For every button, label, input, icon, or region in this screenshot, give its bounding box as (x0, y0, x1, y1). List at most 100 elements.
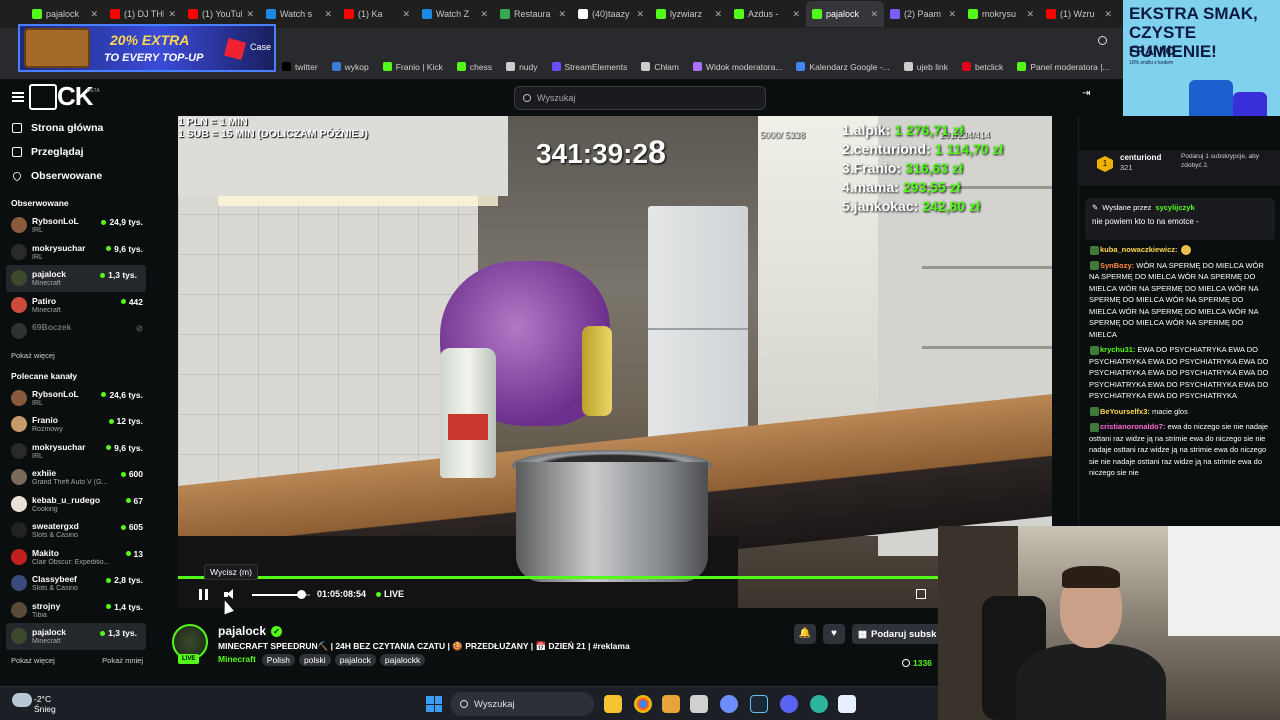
nav-item[interactable]: Przeglądaj (0, 140, 152, 164)
bookmark-item[interactable]: ujeb link (903, 62, 948, 72)
bookmark-item[interactable]: wykop (331, 62, 369, 72)
nav-item[interactable]: Obserwowane (0, 164, 152, 188)
pinned-message[interactable]: ✎ Wysłane przez sycylijczyk nie powiem k… (1085, 198, 1275, 240)
sidebar-channel[interactable]: sweatergxd Slots & Casino 605 (0, 517, 152, 544)
sidebar-channel[interactable]: pajalock Minecraft 1,3 tys. (6, 265, 146, 292)
sidebar-channel[interactable]: strojny Tibia 1,4 tys. (0, 597, 152, 624)
browser-tab[interactable]: (2) Paam ✕ (884, 1, 962, 27)
close-tab-icon[interactable]: ✕ (1026, 9, 1034, 20)
gift-sub-button[interactable]: ▦ Podaruj subsk (852, 624, 942, 644)
close-tab-icon[interactable]: ✕ (246, 9, 254, 20)
sidebar-channel[interactable]: Franio Rozmowy 12 tys. (0, 411, 152, 438)
stream-tag[interactable]: pajalockk (379, 654, 426, 666)
bookmark-item[interactable]: StreamElements (551, 62, 627, 72)
seek-bar[interactable] (178, 576, 938, 579)
sidebar-channel[interactable]: kebab_u_rudego Cooking 67 (0, 491, 152, 518)
gift-promo-text[interactable]: Podaruj 1 subskrypcje, aby zdobyć 2. (1181, 152, 1277, 170)
close-tab-icon[interactable]: ✕ (714, 9, 722, 20)
taskbar-search[interactable]: Wyszukaj (450, 692, 594, 716)
search-input[interactable]: Wyszukaj (514, 86, 766, 110)
close-tab-icon[interactable]: ✕ (324, 9, 332, 20)
volume-icon[interactable] (224, 589, 236, 600)
top-gifter-name[interactable]: centuriond (1120, 153, 1161, 162)
show-more-followed[interactable]: Pokaż więcej (0, 345, 152, 367)
kick-logo[interactable]: CK BETA (29, 81, 100, 111)
browser-tab[interactable]: (1) Ka ✕ (338, 1, 416, 27)
sidebar-channel[interactable]: RybsonLoL IRL 24,6 tys. (0, 385, 152, 412)
close-tab-icon[interactable]: ✕ (870, 9, 878, 20)
video-player[interactable]: 1 PLN = 1 MIN 1 SUB = 15 MIN (DOLICZAM P… (178, 116, 1052, 608)
app-icon[interactable] (690, 695, 708, 713)
bookmark-item[interactable]: Widok moderatora... (692, 62, 782, 72)
notepad-icon[interactable] (838, 695, 856, 713)
browser-tab[interactable]: lyzwiarz ✕ (650, 1, 728, 27)
bookmark-item[interactable]: Chłam (641, 62, 679, 72)
sidebar-channel[interactable]: Classybeef Slots & Casino 2,8 tys. (0, 570, 152, 597)
close-tab-icon[interactable]: ✕ (90, 9, 98, 20)
windows-start-icon[interactable] (426, 696, 442, 712)
chat-username[interactable]: krychu31: (1100, 345, 1135, 354)
close-tab-icon[interactable]: ✕ (558, 9, 566, 20)
chat-username[interactable]: SynBozy: (1100, 261, 1134, 270)
file-explorer-icon[interactable] (604, 695, 622, 713)
chat-username[interactable]: BeYourselfx3: (1100, 407, 1150, 416)
browser-tab[interactable]: (40)taazy ✕ (572, 1, 650, 27)
bookmark-item[interactable]: Panel moderatora |... (1017, 62, 1110, 72)
ad-banner-topup[interactable]: 20% EXTRA TO EVERY TOP-UP Case (18, 24, 276, 72)
steam-icon[interactable] (750, 695, 768, 713)
close-tab-icon[interactable]: ✕ (792, 9, 800, 20)
show-less-recommended[interactable]: Pokaż mniej (102, 656, 143, 665)
settings-icon[interactable] (720, 695, 738, 713)
live-indicator[interactable]: LIVE (376, 589, 404, 599)
pinned-by-user[interactable]: sycylijczyk (1155, 203, 1194, 212)
weather-widget[interactable]: -2°C Śnieg (34, 694, 56, 714)
chat-username[interactable]: cristianoronaldo7: (1100, 422, 1165, 431)
theater-mode-icon[interactable] (916, 589, 926, 599)
sidebar-channel[interactable]: Patiro Minecraft 442 (0, 292, 152, 319)
follow-heart-button[interactable]: ♥ (823, 624, 845, 644)
pause-icon[interactable] (199, 589, 208, 600)
sidebar-channel[interactable]: 69Boczek ⊘ (0, 318, 152, 345)
sidebar-channel[interactable]: Makito Clair Obscur: Expeditio... 13 (0, 544, 152, 571)
stream-category[interactable]: Minecraft (218, 654, 258, 666)
extensions-search-icon[interactable] (1098, 36, 1107, 45)
chrome-icon[interactable] (634, 695, 652, 713)
stream-tag[interactable]: pajalock (334, 654, 376, 666)
bookmark-item[interactable]: twitter (282, 62, 318, 72)
volume-slider-handle[interactable] (297, 590, 307, 599)
channel-name[interactable]: pajalock (218, 624, 266, 638)
weather-icon[interactable] (12, 693, 32, 707)
app-icon[interactable] (810, 695, 828, 713)
sidebar-channel[interactable]: pajalock Minecraft 1,3 tys. (6, 623, 146, 650)
show-more-recommended[interactable]: Pokaż więcej (11, 656, 55, 665)
hamburger-menu-icon[interactable] (12, 92, 24, 102)
stream-tag[interactable]: polski (298, 654, 331, 666)
close-tab-icon[interactable]: ✕ (1104, 9, 1112, 20)
discord-icon[interactable] (780, 695, 798, 713)
notification-bell-button[interactable]: 🔔 (794, 624, 816, 644)
close-tab-icon[interactable]: ✕ (636, 9, 644, 20)
sidebar-channel[interactable]: mokrysuchar IRL 9,6 tys. (0, 438, 152, 465)
close-tab-icon[interactable]: ✕ (402, 9, 410, 20)
browser-tab[interactable]: pajalock ✕ (806, 1, 884, 27)
browser-tab[interactable]: (1) Wzru ✕ (1040, 1, 1118, 27)
chat-username[interactable]: kuba_nowaczkiewicz: (1100, 245, 1178, 254)
sidebar-channel[interactable]: mokrysuchar IRL 9,6 tys. (0, 239, 152, 266)
close-tab-icon[interactable]: ✕ (480, 9, 488, 20)
close-tab-icon[interactable]: ✕ (168, 9, 176, 20)
bookmark-item[interactable]: nudy (506, 62, 538, 72)
browser-tab[interactable]: Watch Z ✕ (416, 1, 494, 27)
bookmark-item[interactable]: chess (456, 62, 492, 72)
stream-tag[interactable]: Polish (261, 654, 295, 666)
browser-tab[interactable]: mokrysu ✕ (962, 1, 1040, 27)
close-tab-icon[interactable]: ✕ (948, 9, 956, 20)
sidebar-channel[interactable]: exhiie Grand Theft Auto V (G... 600 (0, 464, 152, 491)
browser-tab[interactable]: Azdus - ✕ (728, 1, 806, 27)
browser-tab[interactable]: Restaura ✕ (494, 1, 572, 27)
bookmark-item[interactable]: Franio | Kick (382, 62, 443, 72)
app-icon[interactable] (662, 695, 680, 713)
sidebar-channel[interactable]: RybsonLoL IRL 24,9 tys. (0, 212, 152, 239)
collapse-chat-icon[interactable]: ⇥ (1082, 88, 1090, 99)
bookmark-item[interactable]: betclick (961, 62, 1003, 72)
nav-item[interactable]: Strona główna (0, 116, 152, 140)
